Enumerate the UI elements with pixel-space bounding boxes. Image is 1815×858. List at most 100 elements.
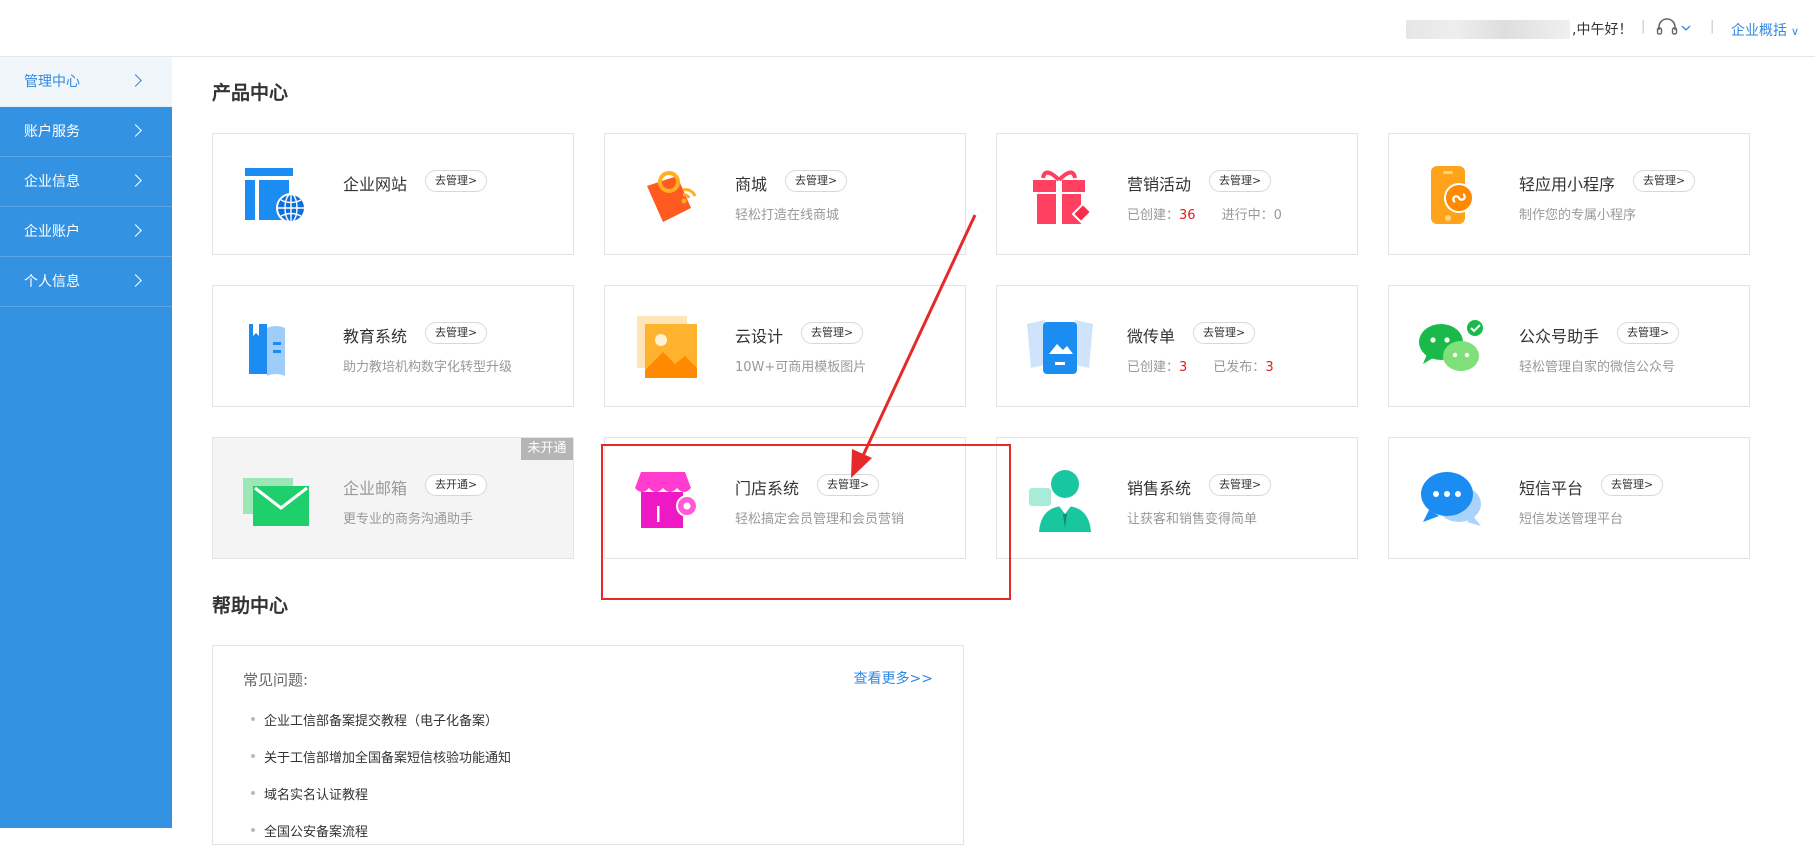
separator: | — [1710, 19, 1715, 34]
manage-button[interactable]: 去管理> — [425, 170, 488, 192]
product-card-sales-system[interactable]: 销售系统 去管理> 让获客和销售变得简单 — [996, 437, 1358, 559]
faq-title: 常见问题: — [243, 671, 309, 689]
chevron-right-icon — [129, 124, 142, 137]
manage-button[interactable]: 去管理> — [1617, 322, 1680, 344]
sidebar-item-label: 管理中心 — [24, 74, 80, 90]
published-count: 3 — [1265, 360, 1274, 375]
sidebar-item-label: 企业信息 — [24, 174, 80, 190]
created-count: 3 — [1179, 360, 1188, 375]
manage-button[interactable]: 去管理> — [1193, 322, 1256, 344]
highlight-box — [601, 444, 1011, 600]
headset-icon — [1656, 18, 1691, 35]
support-menu[interactable] — [1655, 16, 1691, 40]
created-label: 已创建： — [1127, 360, 1180, 375]
manage-button[interactable]: 去管理> — [1601, 474, 1664, 496]
activate-button[interactable]: 去开通> — [425, 474, 488, 496]
sidebar-item-enterprise-account[interactable]: 企业账户 — [0, 207, 172, 257]
created-label: 已创建： — [1127, 208, 1180, 223]
product-card-mall[interactable]: 商城 去管理> 轻松打造在线商城 — [604, 133, 966, 255]
not-activated-badge: 未开通 — [521, 438, 573, 460]
product-description: 让获客和销售变得简单 — [1127, 512, 1258, 527]
product-name: 企业网站 — [343, 175, 408, 194]
created-count: 36 — [1179, 208, 1196, 223]
product-card-official-account[interactable]: 公众号助手 去管理> 轻松管理自家的微信公众号 — [1388, 285, 1750, 407]
product-description: 10W+可商用模板图片 — [735, 360, 867, 375]
product-card-cloud-design[interactable]: 云设计 去管理> 10W+可商用模板图片 — [604, 285, 966, 407]
product-name: 教育系统 — [343, 327, 408, 346]
in-progress-count: 0 — [1273, 208, 1282, 223]
product-description: 轻松打造在线商城 — [735, 208, 840, 223]
top-bar: ,中午好！ | | 企业概括 ∨ — [0, 0, 1815, 57]
product-description: 助力教培机构数字化转型升级 — [343, 360, 513, 375]
product-description: 更专业的商务沟通助手 — [343, 512, 474, 527]
manage-button[interactable]: 去管理> — [1209, 474, 1272, 496]
product-stats: 已创建：36 进行中：0 — [1127, 204, 1282, 223]
view-more-link[interactable]: 查看更多>> — [854, 668, 933, 688]
product-card-mini-program[interactable]: 轻应用小程序 去管理> 制作您的专属小程序 — [1388, 133, 1750, 255]
separator: | — [1641, 19, 1646, 34]
manage-button[interactable]: 去管理> — [785, 170, 848, 192]
sidebar-item-account-service[interactable]: 账户服务 — [0, 107, 172, 157]
product-card-enterprise-mail[interactable]: 未开通 企业邮箱 去开通> 更专业的商务沟通助手 — [212, 437, 574, 559]
mall-icon — [647, 171, 697, 222]
education-icon — [249, 324, 285, 376]
product-stats: 已创建：3 已发布：3 — [1127, 356, 1274, 375]
product-card-education[interactable]: 教育系统 去管理> 助力教培机构数字化转型升级 — [212, 285, 574, 407]
wechat-icon — [1419, 318, 1485, 371]
manage-button[interactable]: 去管理> — [1209, 170, 1272, 192]
help-panel: 常见问题: 查看更多>> 企业工信部备案提交教程（电子化备案） 关于工信部增加全… — [212, 645, 964, 845]
mail-icon — [243, 478, 309, 526]
product-name: 销售系统 — [1127, 479, 1192, 498]
chevron-right-icon — [129, 224, 142, 237]
product-description: 轻松管理自家的微信公众号 — [1519, 360, 1676, 375]
sales-icon — [1029, 470, 1091, 532]
product-description: 短信发送管理平台 — [1519, 512, 1624, 527]
overview-label: 企业概括 — [1731, 23, 1787, 39]
product-name: 公众号助手 — [1519, 327, 1600, 346]
sidebar-item-label: 个人信息 — [24, 274, 80, 290]
faq-list: 企业工信部备案提交教程（电子化备案） 关于工信部增加全国备案短信核验功能通知 域… — [251, 710, 511, 858]
product-name: 微传单 — [1127, 327, 1176, 346]
sidebar-item-label: 账户服务 — [24, 124, 80, 140]
faq-item[interactable]: 关于工信部增加全国备案短信核验功能通知 — [251, 747, 511, 784]
manage-button[interactable]: 去管理> — [801, 322, 864, 344]
chevron-right-icon — [129, 274, 142, 287]
flyer-icon — [1027, 320, 1093, 374]
product-card-sms-platform[interactable]: 短信平台 去管理> 短信发送管理平台 — [1388, 437, 1750, 559]
sidebar-item-management-center[interactable]: 管理中心 — [0, 57, 172, 107]
product-name: 企业邮箱 — [343, 479, 408, 498]
product-name: 营销活动 — [1127, 175, 1192, 194]
faq-item[interactable]: 域名实名认证教程 — [251, 784, 511, 821]
product-card-micro-flyer[interactable]: 微传单 去管理> 已创建：3 已发布：3 — [996, 285, 1358, 407]
mini-program-icon — [1431, 166, 1474, 224]
product-name: 短信平台 — [1519, 479, 1584, 498]
manage-button[interactable]: 去管理> — [425, 322, 488, 344]
product-card-marketing[interactable]: 营销活动 去管理> 已创建：36 进行中：0 — [996, 133, 1358, 255]
enterprise-overview-menu[interactable]: 企业概括 ∨ — [1731, 20, 1799, 40]
faq-item[interactable]: 全国公安备案流程 — [251, 821, 511, 858]
product-center-title: 产品中心 — [212, 82, 289, 104]
product-card-website[interactable]: 企业网站 去管理> — [212, 133, 574, 255]
chevron-down-icon: ∨ — [1791, 25, 1800, 38]
gift-icon — [1033, 170, 1093, 224]
in-progress-label: 进行中： — [1221, 208, 1274, 223]
sms-icon — [1421, 472, 1481, 526]
product-description: 制作您的专属小程序 — [1519, 208, 1637, 223]
sidebar-item-label: 企业账户 — [24, 224, 80, 240]
published-label: 已发布： — [1213, 360, 1266, 375]
product-name: 轻应用小程序 — [1519, 175, 1616, 194]
blurred-username — [1406, 20, 1570, 39]
cloud-design-icon — [637, 316, 697, 378]
sidebar-item-personal-info[interactable]: 个人信息 — [0, 257, 172, 307]
help-center-title: 帮助中心 — [212, 595, 289, 617]
product-name: 商城 — [735, 175, 768, 194]
chevron-right-icon — [129, 174, 142, 187]
chevron-right-icon — [129, 74, 142, 87]
website-icon — [245, 168, 306, 223]
faq-item[interactable]: 企业工信部备案提交教程（电子化备案） — [251, 710, 511, 747]
sidebar-item-enterprise-info[interactable]: 企业信息 — [0, 157, 172, 207]
greeting-text: ,中午好！ — [1572, 22, 1633, 38]
product-name: 云设计 — [735, 327, 784, 346]
sidebar: 管理中心 账户服务 企业信息 企业账户 个人信息 — [0, 57, 172, 828]
manage-button[interactable]: 去管理> — [1633, 170, 1696, 192]
